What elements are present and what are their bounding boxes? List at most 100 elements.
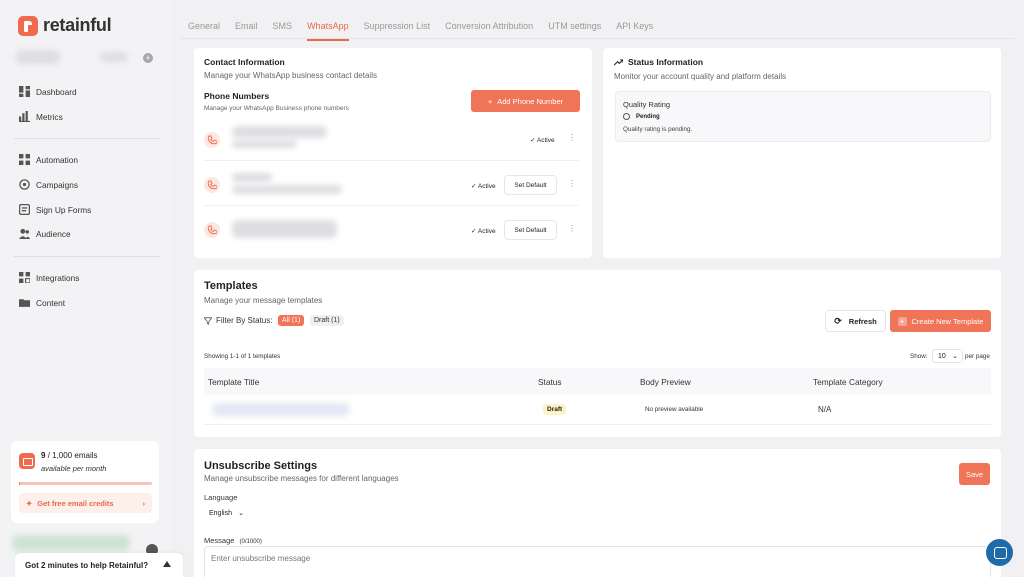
clock-icon bbox=[623, 113, 630, 120]
trending-up-icon bbox=[614, 58, 623, 65]
automation-icon bbox=[19, 154, 30, 165]
account-blurred[interactable] bbox=[12, 535, 130, 551]
sidebar-item-label: Audience bbox=[36, 228, 71, 239]
feedback-prompt[interactable]: Got 2 minutes to help Retainful? bbox=[15, 553, 183, 577]
more-options-icon[interactable]: ⋮ bbox=[568, 179, 576, 188]
filter-icon bbox=[204, 316, 212, 325]
add-store-icon[interactable]: + bbox=[143, 53, 153, 63]
chevron-down-icon: ⌄ bbox=[952, 353, 958, 360]
status-label: Active bbox=[477, 183, 496, 190]
check-icon: ✓ bbox=[471, 183, 477, 190]
phone-row: ✓ Active ⋮ bbox=[204, 118, 579, 162]
phone-name-blurred bbox=[232, 185, 342, 194]
sidebar-item-sign-up-forms[interactable]: Sign Up Forms bbox=[19, 204, 91, 215]
sidebar-item-label: Integrations bbox=[36, 272, 80, 283]
audience-icon bbox=[19, 228, 30, 239]
metrics-icon bbox=[19, 111, 30, 122]
sidebar-item-automation[interactable]: Automation bbox=[19, 154, 78, 165]
chat-support-icon[interactable] bbox=[986, 539, 1013, 566]
sidebar-item-label: Sign Up Forms bbox=[36, 204, 92, 215]
language-select[interactable]: English ⌄ bbox=[204, 505, 247, 523]
credits-count: 9 / 1,000 emails bbox=[41, 451, 98, 460]
sidebar-item-integrations[interactable]: Integrations bbox=[19, 272, 79, 283]
table-row[interactable]: Draft No preview available N/A bbox=[204, 395, 991, 425]
sidebar-item-dashboard[interactable]: Dashboard bbox=[19, 86, 77, 97]
column-header: Template Category bbox=[813, 377, 883, 387]
credits-usage-fill bbox=[19, 482, 21, 485]
create-template-label: Create New Template bbox=[911, 316, 984, 326]
language-label: Language bbox=[204, 493, 238, 502]
store-switch-blurred bbox=[100, 52, 128, 62]
set-default-button[interactable]: Set Default bbox=[504, 175, 557, 195]
column-header: Status bbox=[538, 377, 562, 387]
plus-icon: + bbox=[487, 96, 493, 106]
status-title: Status Information bbox=[628, 57, 704, 67]
brand-logo[interactable]: retainful bbox=[18, 15, 112, 36]
store-name-blurred[interactable] bbox=[16, 50, 60, 64]
status-title-row: Status Information bbox=[614, 57, 703, 67]
plus-square-icon: + bbox=[897, 316, 907, 326]
sidebar: retainful + Dashboard Metrics Automation… bbox=[0, 0, 170, 577]
unsubscribe-message-input[interactable]: Enter unsubscribe message bbox=[204, 546, 991, 577]
column-header: Template Title bbox=[208, 377, 260, 387]
page-size-select[interactable]: 10 ⌄ bbox=[932, 349, 963, 363]
chevron-down-icon: ⌄ bbox=[238, 510, 244, 517]
quality-rating-status: Pending bbox=[623, 113, 660, 120]
phone-row: ✓ Active Set Default ⋮ bbox=[204, 205, 579, 249]
message-label: Message (0/1000) bbox=[204, 536, 262, 545]
save-button[interactable]: Save bbox=[959, 463, 990, 485]
contact-title: Contact Information bbox=[204, 57, 285, 67]
page-size-value: 10 bbox=[938, 353, 946, 360]
phone-icon bbox=[204, 177, 220, 193]
templates-card: Templates Manage your message templates … bbox=[194, 270, 1001, 437]
template-category: N/A bbox=[818, 405, 832, 414]
sidebar-item-label: Dashboard bbox=[36, 86, 77, 97]
sparkle-icon: ✦ bbox=[26, 498, 33, 508]
retainful-logo-icon bbox=[18, 15, 38, 36]
set-default-button[interactable]: Set Default bbox=[504, 220, 557, 240]
sidebar-item-campaigns[interactable]: Campaigns bbox=[19, 179, 78, 190]
status-badge: ✓ Active bbox=[530, 136, 555, 144]
sidebar-item-content[interactable]: Content bbox=[19, 297, 65, 308]
results-summary: Showing 1-1 of 1 templates bbox=[204, 353, 281, 360]
chevron-up-icon bbox=[163, 561, 171, 567]
sidebar-divider bbox=[14, 138, 160, 139]
get-free-credits-button[interactable]: ✦ Get free email credits › bbox=[19, 493, 152, 513]
phone-name-blurred bbox=[232, 140, 297, 148]
sidebar-item-label: Campaigns bbox=[36, 179, 78, 190]
templates-title: Templates bbox=[204, 280, 258, 292]
sidebar-item-label: Automation bbox=[36, 154, 78, 165]
filter-draft-chip[interactable]: Draft (1) bbox=[310, 315, 344, 326]
create-template-button[interactable]: + Create New Template bbox=[890, 310, 991, 332]
sidebar-item-audience[interactable]: Audience bbox=[19, 228, 71, 239]
column-header: Body Preview bbox=[640, 377, 691, 387]
refresh-label: Refresh bbox=[848, 316, 877, 326]
language-value: English bbox=[209, 510, 232, 517]
message-label-text: Message bbox=[204, 536, 235, 545]
status-label: Active bbox=[536, 137, 555, 144]
table-header: Template Title Status Body Preview Templ… bbox=[204, 368, 991, 395]
sidebar-item-label: Content bbox=[36, 297, 66, 308]
phone-number-blurred bbox=[232, 126, 327, 138]
refresh-button[interactable]: ⟳ Refresh bbox=[825, 310, 886, 332]
status-badge: ✓ Active bbox=[471, 227, 496, 235]
page-size-label: Show: bbox=[910, 353, 928, 360]
sidebar-item-label: Metrics bbox=[36, 111, 63, 122]
more-options-icon[interactable]: ⋮ bbox=[568, 224, 576, 233]
more-options-icon[interactable]: ⋮ bbox=[568, 133, 576, 142]
filter-all-chip[interactable]: All (1) bbox=[278, 315, 305, 326]
status-label: Active bbox=[477, 228, 496, 235]
message-char-count: (0/1000) bbox=[239, 539, 262, 545]
add-phone-number-button[interactable]: + Add Phone Number bbox=[471, 90, 580, 112]
brand-name: retainful bbox=[43, 15, 112, 35]
phone-number-blurred bbox=[232, 220, 337, 238]
quality-rating-value: Pending bbox=[636, 113, 660, 120]
phone-icon bbox=[204, 222, 220, 238]
contact-subtitle: Manage your WhatsApp business contact de… bbox=[204, 71, 377, 80]
feedback-prompt-text: Got 2 minutes to help Retainful? bbox=[25, 560, 149, 570]
quality-rating-label: Quality Rating bbox=[623, 100, 671, 109]
sidebar-item-metrics[interactable]: Metrics bbox=[19, 111, 63, 122]
forms-icon bbox=[19, 204, 30, 215]
campaigns-icon bbox=[19, 179, 30, 190]
body-preview: No preview available bbox=[645, 406, 704, 413]
